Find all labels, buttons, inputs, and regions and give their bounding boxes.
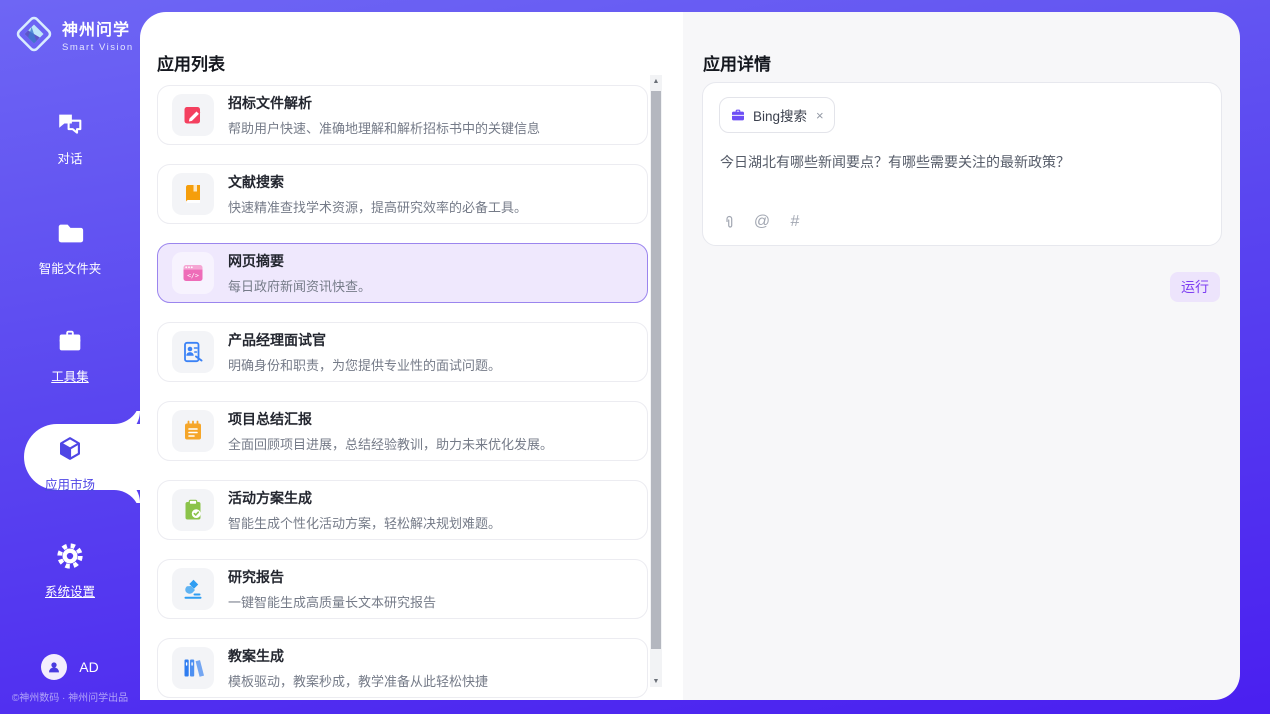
paperclip-icon[interactable] [720, 213, 738, 231]
clipboard-check-icon [181, 498, 205, 522]
run-button[interactable]: 运行 [1170, 272, 1220, 302]
gear-icon [55, 541, 85, 571]
app-detail-title: 应用详情 [703, 50, 771, 75]
notepad-icon [181, 419, 205, 443]
app-list-item[interactable]: 活动方案生成 智能生成个性化活动方案，轻松解决规划难题。 [157, 480, 648, 540]
logo-subtitle: Smart Vision [62, 42, 134, 53]
app-name: 教案生成 [228, 646, 488, 666]
app-name: 研究报告 [228, 567, 436, 587]
briefcase-icon [730, 107, 746, 123]
app-list-panel: 应用列表 招标文件解析 帮助用户快速、准确地理解和解析招标书中的关键信息 文献搜… [140, 12, 683, 700]
tool-chip-bing-search[interactable]: Bing搜索 × [719, 97, 835, 133]
app-list-item[interactable]: 文献搜索 快速精准查找学术资源，提高研究效率的必备工具。 [157, 164, 648, 224]
scroll-down-icon[interactable]: ▼ [650, 675, 662, 687]
doc-edit-icon [181, 103, 205, 127]
app-description: 一键智能生成高质量长文本研究报告 [228, 592, 436, 611]
scroll-up-icon[interactable]: ▲ [650, 75, 662, 87]
app-list-item[interactable]: 项目总结汇报 全面回顾项目进展，总结经验教训，助力未来优化发展。 [157, 401, 648, 461]
person-icon [46, 659, 62, 675]
app-list-item[interactable]: 招标文件解析 帮助用户快速、准确地理解和解析招标书中的关键信息 [157, 85, 648, 145]
sidebar-item-market[interactable]: 应用市场 [0, 434, 140, 493]
logo-title: 神州问学 [62, 16, 134, 40]
sidebar-item-tools[interactable]: 工具集 [0, 326, 140, 385]
folder-icon [55, 218, 85, 248]
app-detail-panel: 应用详情 Bing搜索 × 今日湖北有哪些新闻要点？有哪些需要关注的最新政策？ … [683, 12, 1240, 700]
app-name: 网页摘要 [228, 251, 371, 271]
attachment-toolbar: @# [720, 213, 804, 231]
cube-icon [55, 434, 85, 464]
scrollbar-thumb[interactable] [651, 91, 661, 649]
user-avatar [41, 654, 67, 680]
app-list-item[interactable]: 教案生成 模板驱动，教案秒成，教学准备从此轻松快捷 [157, 638, 648, 698]
svg-text:</>: </> [187, 272, 199, 280]
toolbox-icon [55, 326, 85, 356]
research-icon [181, 577, 205, 601]
app-description: 每日政府新闻资讯快查。 [228, 276, 371, 295]
app-description: 全面回顾项目进展，总结经验教训，助力未来优化发展。 [228, 434, 553, 453]
user-account[interactable]: AD [0, 654, 140, 680]
app-list-item[interactable]: 产品经理面试官 明确身份和职责，为您提供专业性的面试问题。 [157, 322, 648, 382]
interview-icon [181, 340, 205, 364]
sidebar-item-settings[interactable]: 系统设置 [0, 541, 140, 600]
app-list-title: 应用列表 [157, 50, 225, 75]
diamond-logo-icon [14, 14, 54, 54]
app-list: 招标文件解析 帮助用户快速、准确地理解和解析招标书中的关键信息 文献搜索 快速精… [157, 85, 648, 700]
sidebar-item-chat[interactable]: 对话 [0, 108, 140, 167]
app-name: 产品经理面试官 [228, 330, 501, 350]
app-name: 招标文件解析 [228, 93, 540, 113]
prompt-card[interactable]: Bing搜索 × 今日湖北有哪些新闻要点？有哪些需要关注的最新政策？ @# [702, 82, 1222, 246]
tool-chip-label: Bing搜索 [753, 105, 807, 125]
sidebar-item-folders[interactable]: 智能文件夹 [0, 218, 140, 277]
copyright-text: ©神州数码 · 神州问学出品 [0, 689, 140, 704]
app-name: 文献搜索 [228, 172, 527, 192]
chat-icon [55, 108, 85, 138]
app-name: 项目总结汇报 [228, 409, 553, 429]
app-name: 活动方案生成 [228, 488, 501, 508]
list-scrollbar[interactable]: ▲ ▼ [650, 75, 662, 687]
app-description: 模板驱动，教案秒成，教学准备从此轻松快捷 [228, 671, 488, 690]
books-icon [181, 656, 205, 680]
sidebar: 神州问学 Smart Vision 对话 智能文件夹 工具集 应用市场 系统设置… [0, 0, 140, 714]
close-icon[interactable]: × [816, 108, 824, 123]
app-description: 智能生成个性化活动方案，轻松解决规划难题。 [228, 513, 501, 532]
app-logo: 神州问学 Smart Vision [14, 14, 134, 54]
prompt-text[interactable]: 今日湖北有哪些新闻要点？有哪些需要关注的最新政策？ [720, 152, 1205, 172]
book-icon [181, 182, 205, 206]
user-initials: AD [79, 659, 98, 675]
hash-icon[interactable]: # [786, 213, 804, 231]
app-description: 明确身份和职责，为您提供专业性的面试问题。 [228, 355, 501, 374]
app-list-item[interactable]: </> 网页摘要 每日政府新闻资讯快查。 [157, 243, 648, 303]
app-description: 帮助用户快速、准确地理解和解析招标书中的关键信息 [228, 118, 540, 137]
at-icon[interactable]: @ [753, 213, 771, 231]
browser-code-icon: </> [181, 261, 205, 285]
app-list-item[interactable]: 研究报告 一键智能生成高质量长文本研究报告 [157, 559, 648, 619]
app-description: 快速精准查找学术资源，提高研究效率的必备工具。 [228, 197, 527, 216]
